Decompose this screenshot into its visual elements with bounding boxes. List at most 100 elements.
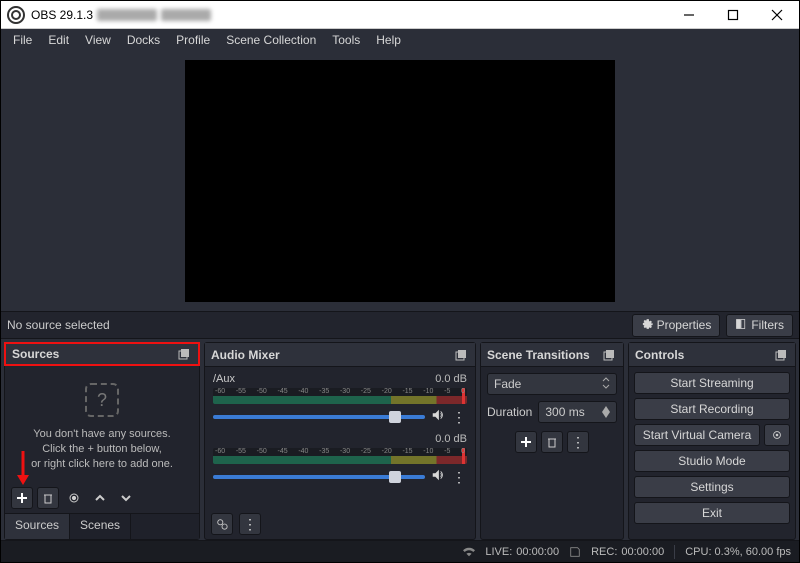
virtual-camera-settings-button[interactable] — [764, 424, 790, 446]
redacted-title-2 — [161, 9, 211, 21]
transition-value: Fade — [494, 377, 521, 391]
start-recording-button[interactable]: Start Recording — [634, 398, 790, 420]
source-settings-button[interactable] — [63, 487, 85, 509]
docks-row: Sources ? You don't have any sources. Cl… — [1, 339, 799, 540]
menu-profile[interactable]: Profile — [168, 31, 218, 49]
menu-tools[interactable]: Tools — [324, 31, 368, 49]
menu-file[interactable]: File — [5, 31, 40, 49]
menu-help[interactable]: Help — [368, 31, 409, 49]
filters-button[interactable]: Filters — [726, 314, 793, 337]
transitions-popout-icon[interactable] — [601, 347, 617, 363]
filters-label: Filters — [751, 318, 784, 332]
network-indicator — [463, 546, 475, 558]
spinbox-icon[interactable] — [602, 406, 610, 418]
disk-indicator — [569, 546, 581, 558]
studio-mode-button[interactable]: Studio Mode — [634, 450, 790, 472]
minimize-button[interactable] — [667, 1, 711, 29]
titlebar: OBS 29.1.3 — [1, 1, 799, 29]
menubar: File Edit View Docks Profile Scene Colle… — [1, 29, 799, 51]
no-source-label: No source selected — [7, 318, 110, 332]
menu-edit[interactable]: Edit — [40, 31, 77, 49]
settings-button[interactable]: Settings — [634, 476, 790, 498]
remove-source-button[interactable] — [37, 487, 59, 509]
transitions-header: Scene Transitions — [481, 343, 623, 367]
sources-empty-state: ? You don't have any sources. Click the … — [5, 365, 199, 472]
sources-tabs: Sources Scenes — [5, 513, 199, 539]
chevron-updown-icon — [602, 377, 610, 392]
menu-docks[interactable]: Docks — [119, 31, 168, 49]
statusbar: LIVE: 00:00:00 REC: 00:00:00 CPU: 0.3%, … — [1, 540, 799, 562]
empty-line-3: or right click here to add one. — [13, 457, 191, 472]
duration-label: Duration — [487, 405, 532, 419]
add-source-button[interactable] — [11, 487, 33, 509]
transition-menu-button[interactable]: ⋮ — [567, 431, 589, 453]
maximize-button[interactable] — [711, 1, 755, 29]
channel-2-meter: -60-55-50-45-40-35-30-25-20-15-10-50 — [213, 448, 467, 464]
empty-line-1: You don't have any sources. — [13, 427, 191, 442]
channel-2-volume-slider[interactable] — [213, 475, 425, 479]
sources-popout-icon[interactable] — [176, 346, 192, 362]
transition-select[interactable]: Fade — [487, 373, 617, 395]
annotation-arrow-icon — [15, 451, 31, 485]
rec-status: REC: 00:00:00 — [591, 546, 664, 558]
duration-value: 300 ms — [545, 405, 584, 419]
preview-area — [1, 51, 799, 311]
sources-dock: Sources ? You don't have any sources. Cl… — [4, 342, 200, 540]
properties-label: Properties — [657, 318, 712, 332]
close-button[interactable] — [755, 1, 799, 29]
controls-body: Start Streaming Start Recording Start Vi… — [629, 367, 795, 539]
app-window: OBS 29.1.3 File Edit View Docks Profile … — [0, 0, 800, 563]
remove-transition-button[interactable] — [541, 431, 563, 453]
channel-1-name: /Aux — [213, 373, 235, 385]
move-up-button[interactable] — [89, 487, 111, 509]
properties-button[interactable]: Properties — [632, 314, 721, 337]
mixer-popout-icon[interactable] — [453, 347, 469, 363]
move-down-button[interactable] — [115, 487, 137, 509]
mixer-body: /Aux 0.0 dB -60-55-50-45-40-35-30-25-20-… — [205, 367, 475, 539]
mixer-channel-1: /Aux 0.0 dB -60-55-50-45-40-35-30-25-20-… — [205, 367, 475, 427]
channel-1-db: 0.0 dB — [435, 373, 467, 385]
duration-input[interactable]: 300 ms — [538, 401, 617, 423]
mixer-channel-2: 0.0 dB -60-55-50-45-40-35-30-25-20-15-10… — [205, 427, 475, 487]
tab-scenes[interactable]: Scenes — [70, 514, 131, 539]
channel-1-menu-button[interactable]: ⋮ — [451, 412, 467, 422]
menu-view[interactable]: View — [77, 31, 119, 49]
controls-popout-icon[interactable] — [773, 347, 789, 363]
sources-header: Sources — [4, 342, 200, 366]
channel-1-mute-button[interactable] — [431, 408, 445, 425]
controls-header: Controls — [629, 343, 795, 367]
preview-canvas[interactable] — [185, 60, 615, 302]
window-buttons — [667, 1, 799, 29]
controls-dock: Controls Start Streaming Start Recording… — [628, 342, 796, 540]
window-title: OBS 29.1.3 — [31, 8, 93, 22]
menu-scene-collection[interactable]: Scene Collection — [218, 31, 324, 49]
channel-2-mute-button[interactable] — [431, 468, 445, 485]
mixer-header: Audio Mixer — [205, 343, 475, 367]
start-virtual-camera-button[interactable]: Start Virtual Camera — [634, 424, 760, 446]
obs-logo-icon — [7, 6, 25, 24]
audio-mixer-dock: Audio Mixer /Aux 0.0 dB -60-55-50-45-40-… — [204, 342, 476, 540]
channel-2-menu-button[interactable]: ⋮ — [451, 472, 467, 482]
transitions-body: Fade Duration 300 ms ⋮ — [481, 367, 623, 539]
advanced-audio-button[interactable] — [211, 513, 233, 535]
source-status-row: No source selected Properties Filters — [1, 311, 799, 339]
redacted-title-1 — [97, 9, 157, 21]
mixer-toolbar: ⋮ — [211, 513, 261, 535]
mixer-title: Audio Mixer — [211, 348, 280, 362]
sources-title: Sources — [12, 347, 59, 361]
channel-2-db: 0.0 dB — [435, 433, 467, 445]
tab-sources[interactable]: Sources — [5, 514, 70, 539]
sources-toolbar — [5, 483, 199, 513]
sources-body[interactable]: ? You don't have any sources. Click the … — [5, 365, 199, 539]
controls-title: Controls — [635, 348, 684, 362]
start-streaming-button[interactable]: Start Streaming — [634, 372, 790, 394]
transitions-dock: Scene Transitions Fade Duration 300 ms — [480, 342, 624, 540]
add-transition-button[interactable] — [515, 431, 537, 453]
transitions-title: Scene Transitions — [487, 348, 590, 362]
mixer-menu-button[interactable]: ⋮ — [239, 513, 261, 535]
cpu-status: CPU: 0.3%, 60.00 fps — [685, 546, 791, 558]
live-status: LIVE: 00:00:00 — [485, 546, 559, 558]
exit-button[interactable]: Exit — [634, 502, 790, 524]
question-icon: ? — [85, 383, 119, 417]
channel-1-volume-slider[interactable] — [213, 415, 425, 419]
